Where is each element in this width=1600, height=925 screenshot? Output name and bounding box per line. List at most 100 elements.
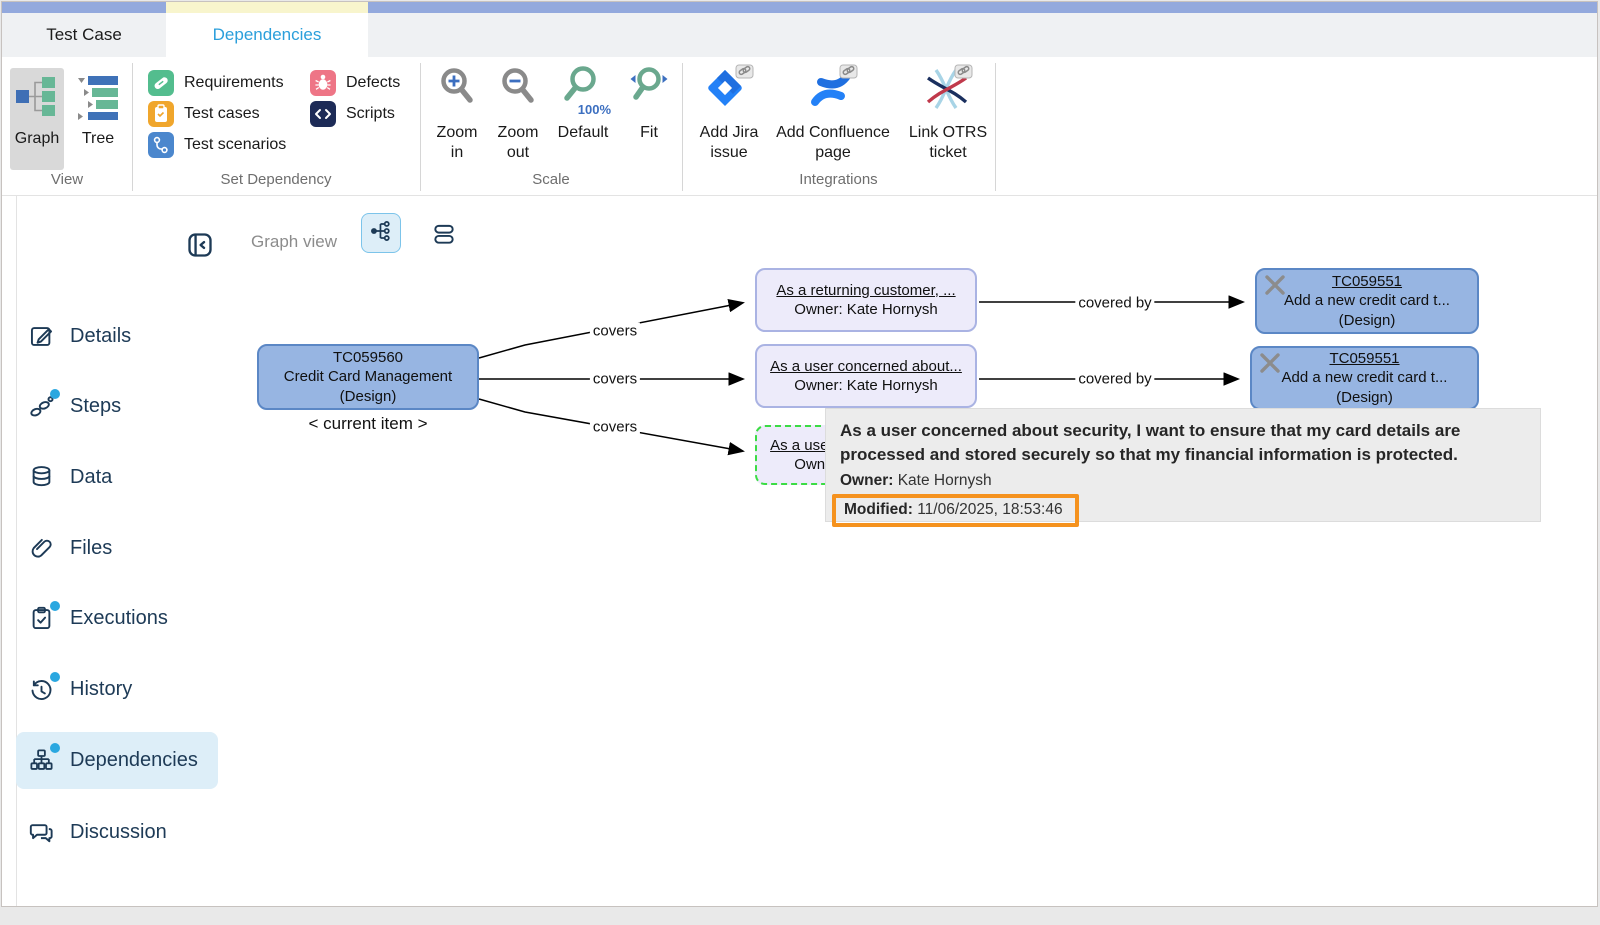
story-owner: Owner: Kate Hornysh [794,300,937,320]
button-label: Requirements [184,74,284,92]
sidebar-item-executions[interactable]: Executions [28,596,168,640]
notification-dot [50,672,60,682]
sidebar-item-label: Data [70,466,112,489]
graph-canvas: Graph view [2,196,1597,907]
ribbon-group-label: Scale [420,171,682,193]
notification-dot [50,743,60,753]
add-confluence-page-button[interactable]: Add Confluence page [769,64,897,170]
sidebar-item-files[interactable]: Files [28,526,112,570]
button-label: Graph [15,129,59,149]
hierarchy-icon [28,747,55,774]
tooltip-modified-value: 11/06/2025, 18:53:46 [917,501,1062,518]
story-link[interactable]: As a returning customer, ... [776,281,955,301]
jira-icon [703,64,755,119]
graph-view-icon [368,218,394,249]
sidebar-item-label: Discussion [70,821,167,844]
button-label: Link OTRS ticket [903,123,993,163]
button-label: Fit [640,123,658,143]
active-tab-accent [166,2,368,13]
sidebar-item-label: Steps [70,395,121,418]
tree-icon [75,74,121,125]
list-view-icon [431,221,457,252]
zoom-in-button[interactable]: Zoom in [429,64,485,170]
node-id: TC059560 [333,348,403,368]
tree-view-button[interactable]: Tree [70,68,126,170]
default-scale-button[interactable]: 100% Default [551,64,615,170]
database-icon [28,464,55,491]
story-link[interactable]: As a user concerned about... [770,357,962,377]
current-test-case-node[interactable]: TC059560 Credit Card Management (Design) [257,344,479,410]
test-scenario-icon [148,132,174,158]
node-id-link[interactable]: TC059551 [1332,272,1402,292]
add-requirement-button[interactable]: Requirements [148,68,284,98]
graph-icon [15,74,59,125]
edge-label-covered-by: covered by [1075,295,1154,312]
collapse-panel-icon [186,231,214,264]
edge-label-covers: covers [590,323,640,340]
add-jira-issue-button[interactable]: Add Jira issue [696,64,762,170]
sidebar-item-history[interactable]: History [28,667,132,711]
tooltip-body: As a user concerned about security, I wa… [840,419,1524,467]
sidebar-item-discussion[interactable]: Discussion [28,810,167,854]
ribbon-tab-bar: Test Case Dependencies [2,13,1597,57]
collapse-panel-button[interactable] [184,231,216,263]
tab-test-case[interactable]: Test Case [2,13,166,57]
history-clock-icon [28,676,55,703]
button-label: Add Confluence page [769,123,897,163]
zoom-out-icon [496,64,540,119]
chat-icon [28,819,55,846]
button-label: Defects [346,74,400,92]
steps-icon [28,393,55,420]
node-title: Add a new credit card t... [1284,291,1450,311]
story-node[interactable]: As a returning customer, ... Owner: Kate… [755,268,977,332]
panel-divider [16,196,17,907]
button-label: Test scenarios [184,136,286,154]
sidebar-item-label: Files [70,537,112,560]
tooltip-owner-line: Owner: Kate Hornysh [840,472,1524,490]
node-suffix: (Design) [1336,388,1393,408]
edge-label-covers: covers [590,371,640,388]
sidebar-item-dependencies[interactable]: Dependencies [16,732,218,789]
sidebar-item-details[interactable]: Details [28,314,131,358]
sidebar-item-label: Executions [70,607,168,630]
fit-scale-icon [627,64,671,119]
button-label: Default [558,123,609,143]
story-node[interactable]: As a user concerned about... Owner: Kate… [755,344,977,408]
sidebar-item-steps[interactable]: Steps [28,384,121,428]
test-case-node[interactable]: TC059551 Add a new credit card t... (Des… [1250,346,1479,410]
add-test-scenario-button[interactable]: Test scenarios [148,130,286,160]
paperclip-icon [28,535,55,562]
modified-highlight-box: Modified: 11/06/2025, 18:53:46 [832,494,1079,527]
node-id-link[interactable]: TC059551 [1329,349,1399,369]
remove-dependency-icon[interactable] [1263,273,1287,303]
graph-view-toggle[interactable] [361,213,401,253]
sidebar-item-label: History [70,678,132,701]
default-scale-icon: 100% [561,64,605,119]
ribbon-group-label: Integrations [682,171,995,193]
edit-icon [28,323,55,350]
requirement-icon [148,70,174,96]
list-view-toggle[interactable] [427,219,461,253]
remove-dependency-icon[interactable] [1258,351,1282,381]
add-defect-button[interactable]: Defects [310,68,400,98]
edge-label-covered-by: covered by [1075,371,1154,388]
test-case-icon [148,101,174,127]
notification-dot [50,389,60,399]
notification-dot [50,601,60,611]
node-suffix: (Design) [1339,311,1396,331]
tab-dependencies[interactable]: Dependencies [166,13,368,57]
tab-label: Dependencies [213,25,322,45]
script-icon [310,101,336,127]
clipboard-check-icon [28,605,55,632]
test-case-node[interactable]: TC059551 Add a new credit card t... (Des… [1255,268,1479,334]
otrs-icon [922,64,974,119]
button-label: Zoom in [429,123,485,163]
graph-view-button[interactable]: Graph [10,68,64,170]
add-test-case-button[interactable]: Test cases [148,99,260,129]
add-script-button[interactable]: Scripts [310,99,395,129]
link-otrs-ticket-button[interactable]: Link OTRS ticket [903,64,993,170]
fit-scale-button[interactable]: Fit [621,64,677,170]
zoom-out-button[interactable]: Zoom out [490,64,546,170]
story-owner: Owner: Kate Hornysh [794,376,937,396]
sidebar-item-data[interactable]: Data [28,455,112,499]
